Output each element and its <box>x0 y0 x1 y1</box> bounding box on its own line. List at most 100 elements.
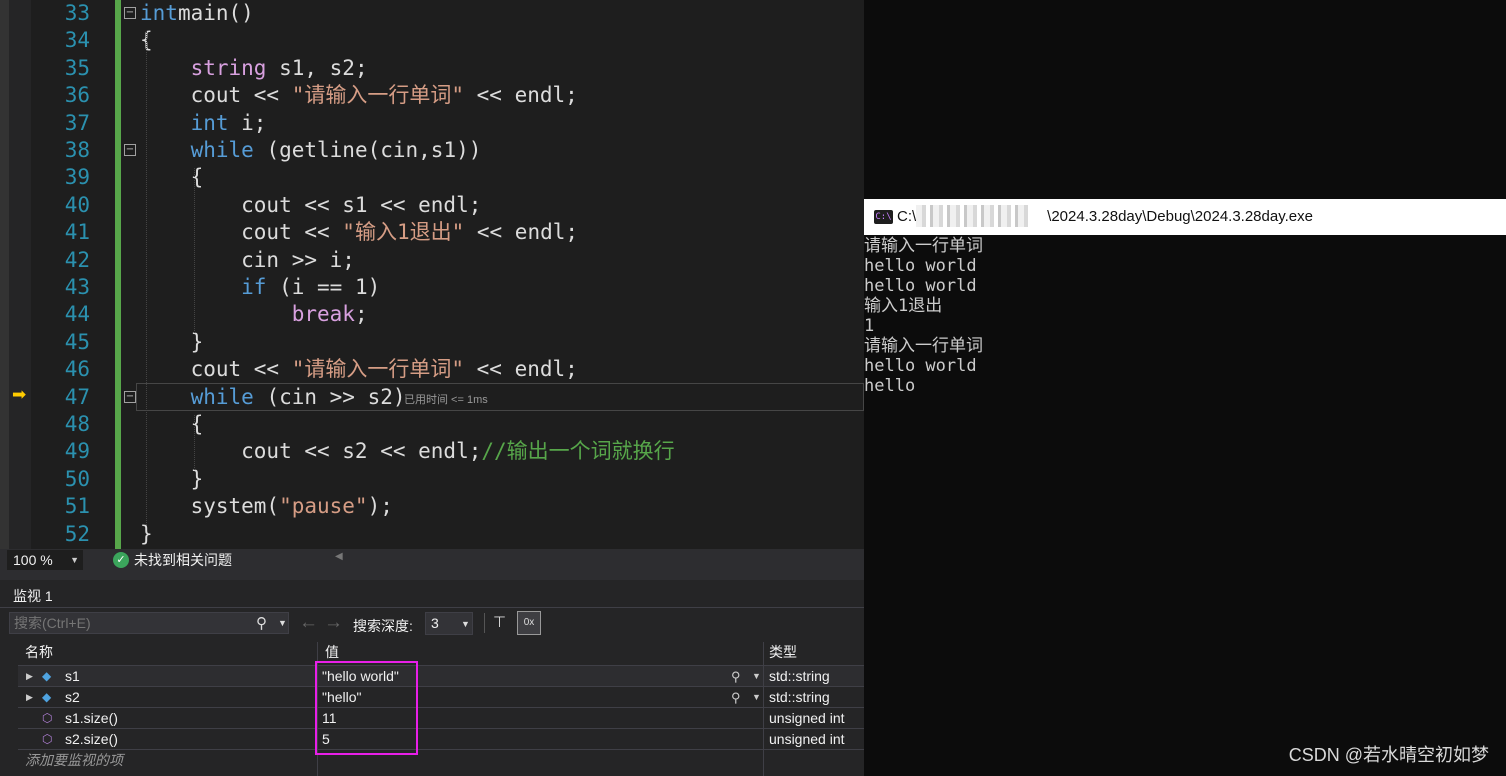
code-token: (getline(cin,s1)) <box>253 138 482 162</box>
code-line[interactable]: 49 cout << s2 << endl;//输出一个词就换行 <box>0 438 864 465</box>
code-text[interactable]: } <box>140 329 204 356</box>
console-line: 请输入一行单词 <box>864 236 983 256</box>
watch-search-box[interactable]: ⚲ ▼ <box>9 612 289 634</box>
chevron-down-icon[interactable]: ▼ <box>278 618 287 628</box>
line-number: 37 <box>64 110 90 135</box>
magnifier-visualizer-icon[interactable]: ⚲ <box>731 666 741 687</box>
code-line[interactable]: 44 break; <box>0 301 864 328</box>
watch-panel-title[interactable]: 监视 1 <box>13 586 53 606</box>
code-text[interactable]: cin >> i; <box>140 247 355 274</box>
watch-search-input[interactable] <box>14 615 244 631</box>
code-line[interactable]: 39 { <box>0 164 864 191</box>
column-header-type[interactable]: 类型 <box>769 642 797 665</box>
line-number: 38 <box>64 138 90 162</box>
column-divider[interactable] <box>763 642 764 776</box>
code-line[interactable]: 35 string s1, s2; <box>0 55 864 82</box>
code-line[interactable]: 42 cin >> i; <box>0 247 864 274</box>
add-watch-placeholder[interactable]: 添加要监视的项 <box>25 750 123 771</box>
console-line: 请输入一行单词 <box>864 336 983 356</box>
code-line[interactable]: 50 } <box>0 466 864 493</box>
code-token: int <box>190 110 229 135</box>
code-line[interactable]: 51 system("pause"); <box>0 493 864 520</box>
code-text[interactable]: cout << "请输入一行单词" << endl; <box>140 356 578 383</box>
watch-row-s1[interactable]: ▶ ◆ s1 "hello world" ⚲ ▼ std::string <box>18 665 864 687</box>
code-line[interactable]: 52} <box>0 521 864 548</box>
code-line[interactable]: 38 − while (getline(cin,s1)) <box>0 137 864 164</box>
code-line[interactable]: 40 cout << s1 << endl; <box>0 192 864 219</box>
code-text[interactable]: system("pause"); <box>140 493 393 520</box>
watch-name[interactable]: s2.size() <box>65 729 118 750</box>
line-number: 33 <box>64 1 90 25</box>
code-text[interactable]: int i; <box>140 110 267 137</box>
scroll-left-icon[interactable]: ◀ <box>335 551 343 562</box>
watch-row-s2[interactable]: ▶ ◆ s2 "hello" ⚲ ▼ std::string <box>18 686 864 708</box>
code-line[interactable]: 48 { <box>0 411 864 438</box>
code-text[interactable]: cout << s2 << endl;//输出一个词就换行 <box>140 438 675 465</box>
perf-tip[interactable]: 已用时间 <= 1ms <box>404 391 488 407</box>
code-text[interactable]: } <box>140 466 204 493</box>
watch-row-s1-size[interactable]: ⬡ s1.size() 11 unsigned int <box>18 707 864 729</box>
search-icon[interactable]: ⚲ <box>256 614 267 632</box>
watch-row-s2-size[interactable]: ⬡ s2.size() 5 unsigned int <box>18 728 864 750</box>
line-number: 40 <box>64 192 90 217</box>
code-token: (cin >> s2) <box>253 384 406 409</box>
hex-display-toggle-button[interactable]: 0x <box>517 611 541 635</box>
code-line[interactable]: 43 if (i == 1) <box>0 274 864 301</box>
watch-add-row[interactable]: 添加要监视的项 <box>18 749 864 771</box>
code-text[interactable]: while (cin >> s2) <box>140 384 406 411</box>
console-window[interactable]: C:\ C:\ \2024.3.28day\Debug\2024.3.28day.… <box>864 199 1506 776</box>
code-line[interactable]: 34{ <box>0 27 864 54</box>
column-header-name[interactable]: 名称 <box>25 642 53 665</box>
code-line[interactable]: 36 cout << "请输入一行单词" << endl; <box>0 82 864 109</box>
chevron-down-icon[interactable]: ▼ <box>752 687 761 708</box>
collapse-icon[interactable]: − <box>124 144 136 156</box>
watch-name[interactable]: s2 <box>65 687 80 708</box>
collapse-icon[interactable]: − <box>124 7 136 19</box>
code-line[interactable]: 33 − intmain() <box>0 0 864 27</box>
search-back-arrow-icon[interactable]: ← <box>299 612 318 634</box>
issues-status[interactable]: 未找到相关问题 <box>134 550 232 571</box>
magnifier-visualizer-icon[interactable]: ⚲ <box>731 687 741 708</box>
code-text[interactable]: if (i == 1) <box>140 274 380 301</box>
line-number: 34 <box>64 28 90 53</box>
check-circle-icon[interactable]: ✓ <box>113 552 129 568</box>
code-text[interactable]: intmain() <box>140 0 254 27</box>
code-text[interactable]: while (getline(cin,s1)) <box>140 137 482 164</box>
code-editor[interactable]: 33− intmain() 34{35 string s1, s2; 36 cout … <box>0 0 864 549</box>
collapse-icon[interactable]: − <box>124 390 136 403</box>
code-text[interactable]: cout << "输入1退出" << endl; <box>140 219 578 246</box>
zoom-dropdown[interactable]: 100 % ▼ <box>7 550 83 570</box>
watch-name[interactable]: s1 <box>65 666 80 687</box>
watch-name[interactable]: s1.size() <box>65 708 118 729</box>
expand-arrow-icon[interactable]: ▶ <box>26 666 33 687</box>
line-number: 36 <box>64 83 90 108</box>
pin-filter-icon[interactable]: ⊤ <box>493 613 506 631</box>
code-line[interactable]: 45 } <box>0 329 864 356</box>
code-line[interactable]: 46 cout << "请输入一行单词" << endl; <box>0 356 864 383</box>
code-line[interactable]: 37 int i; <box>0 110 864 137</box>
chevron-down-icon[interactable]: ▼ <box>752 666 761 687</box>
annotation-highlight-box <box>315 661 418 755</box>
execution-pointer-arrow-icon[interactable]: ➡ <box>12 385 26 405</box>
code-token: cout << <box>140 83 292 108</box>
code-text[interactable]: string s1, s2; <box>140 55 368 82</box>
code-token: << endl; <box>464 83 578 108</box>
expand-arrow-icon[interactable]: ▶ <box>26 687 33 708</box>
console-title-bar[interactable]: C:\ C:\ \2024.3.28day\Debug\2024.3.28day.… <box>864 199 1506 235</box>
code-line[interactable]: 41 cout << "输入1退出" << endl; <box>0 219 864 246</box>
search-depth-dropdown[interactable]: 3 ▼ <box>425 612 473 635</box>
line-number: 47 <box>64 384 90 409</box>
code-text[interactable]: cout << "请输入一行单词" << endl; <box>140 82 578 109</box>
code-text[interactable]: cout << s1 << endl; <box>140 192 481 219</box>
code-text[interactable]: } <box>140 521 153 548</box>
chevron-down-icon: ▼ <box>70 555 79 565</box>
code-token: << endl; <box>464 220 579 245</box>
console-output[interactable]: 请输入一行单词 hello world hello world 输入1退出 1 … <box>864 236 1506 396</box>
code-text[interactable]: break; <box>140 301 368 328</box>
console-line: 1 <box>864 316 875 336</box>
search-forward-arrow-icon[interactable]: → <box>324 612 343 634</box>
panel-splitter[interactable] <box>0 572 864 580</box>
